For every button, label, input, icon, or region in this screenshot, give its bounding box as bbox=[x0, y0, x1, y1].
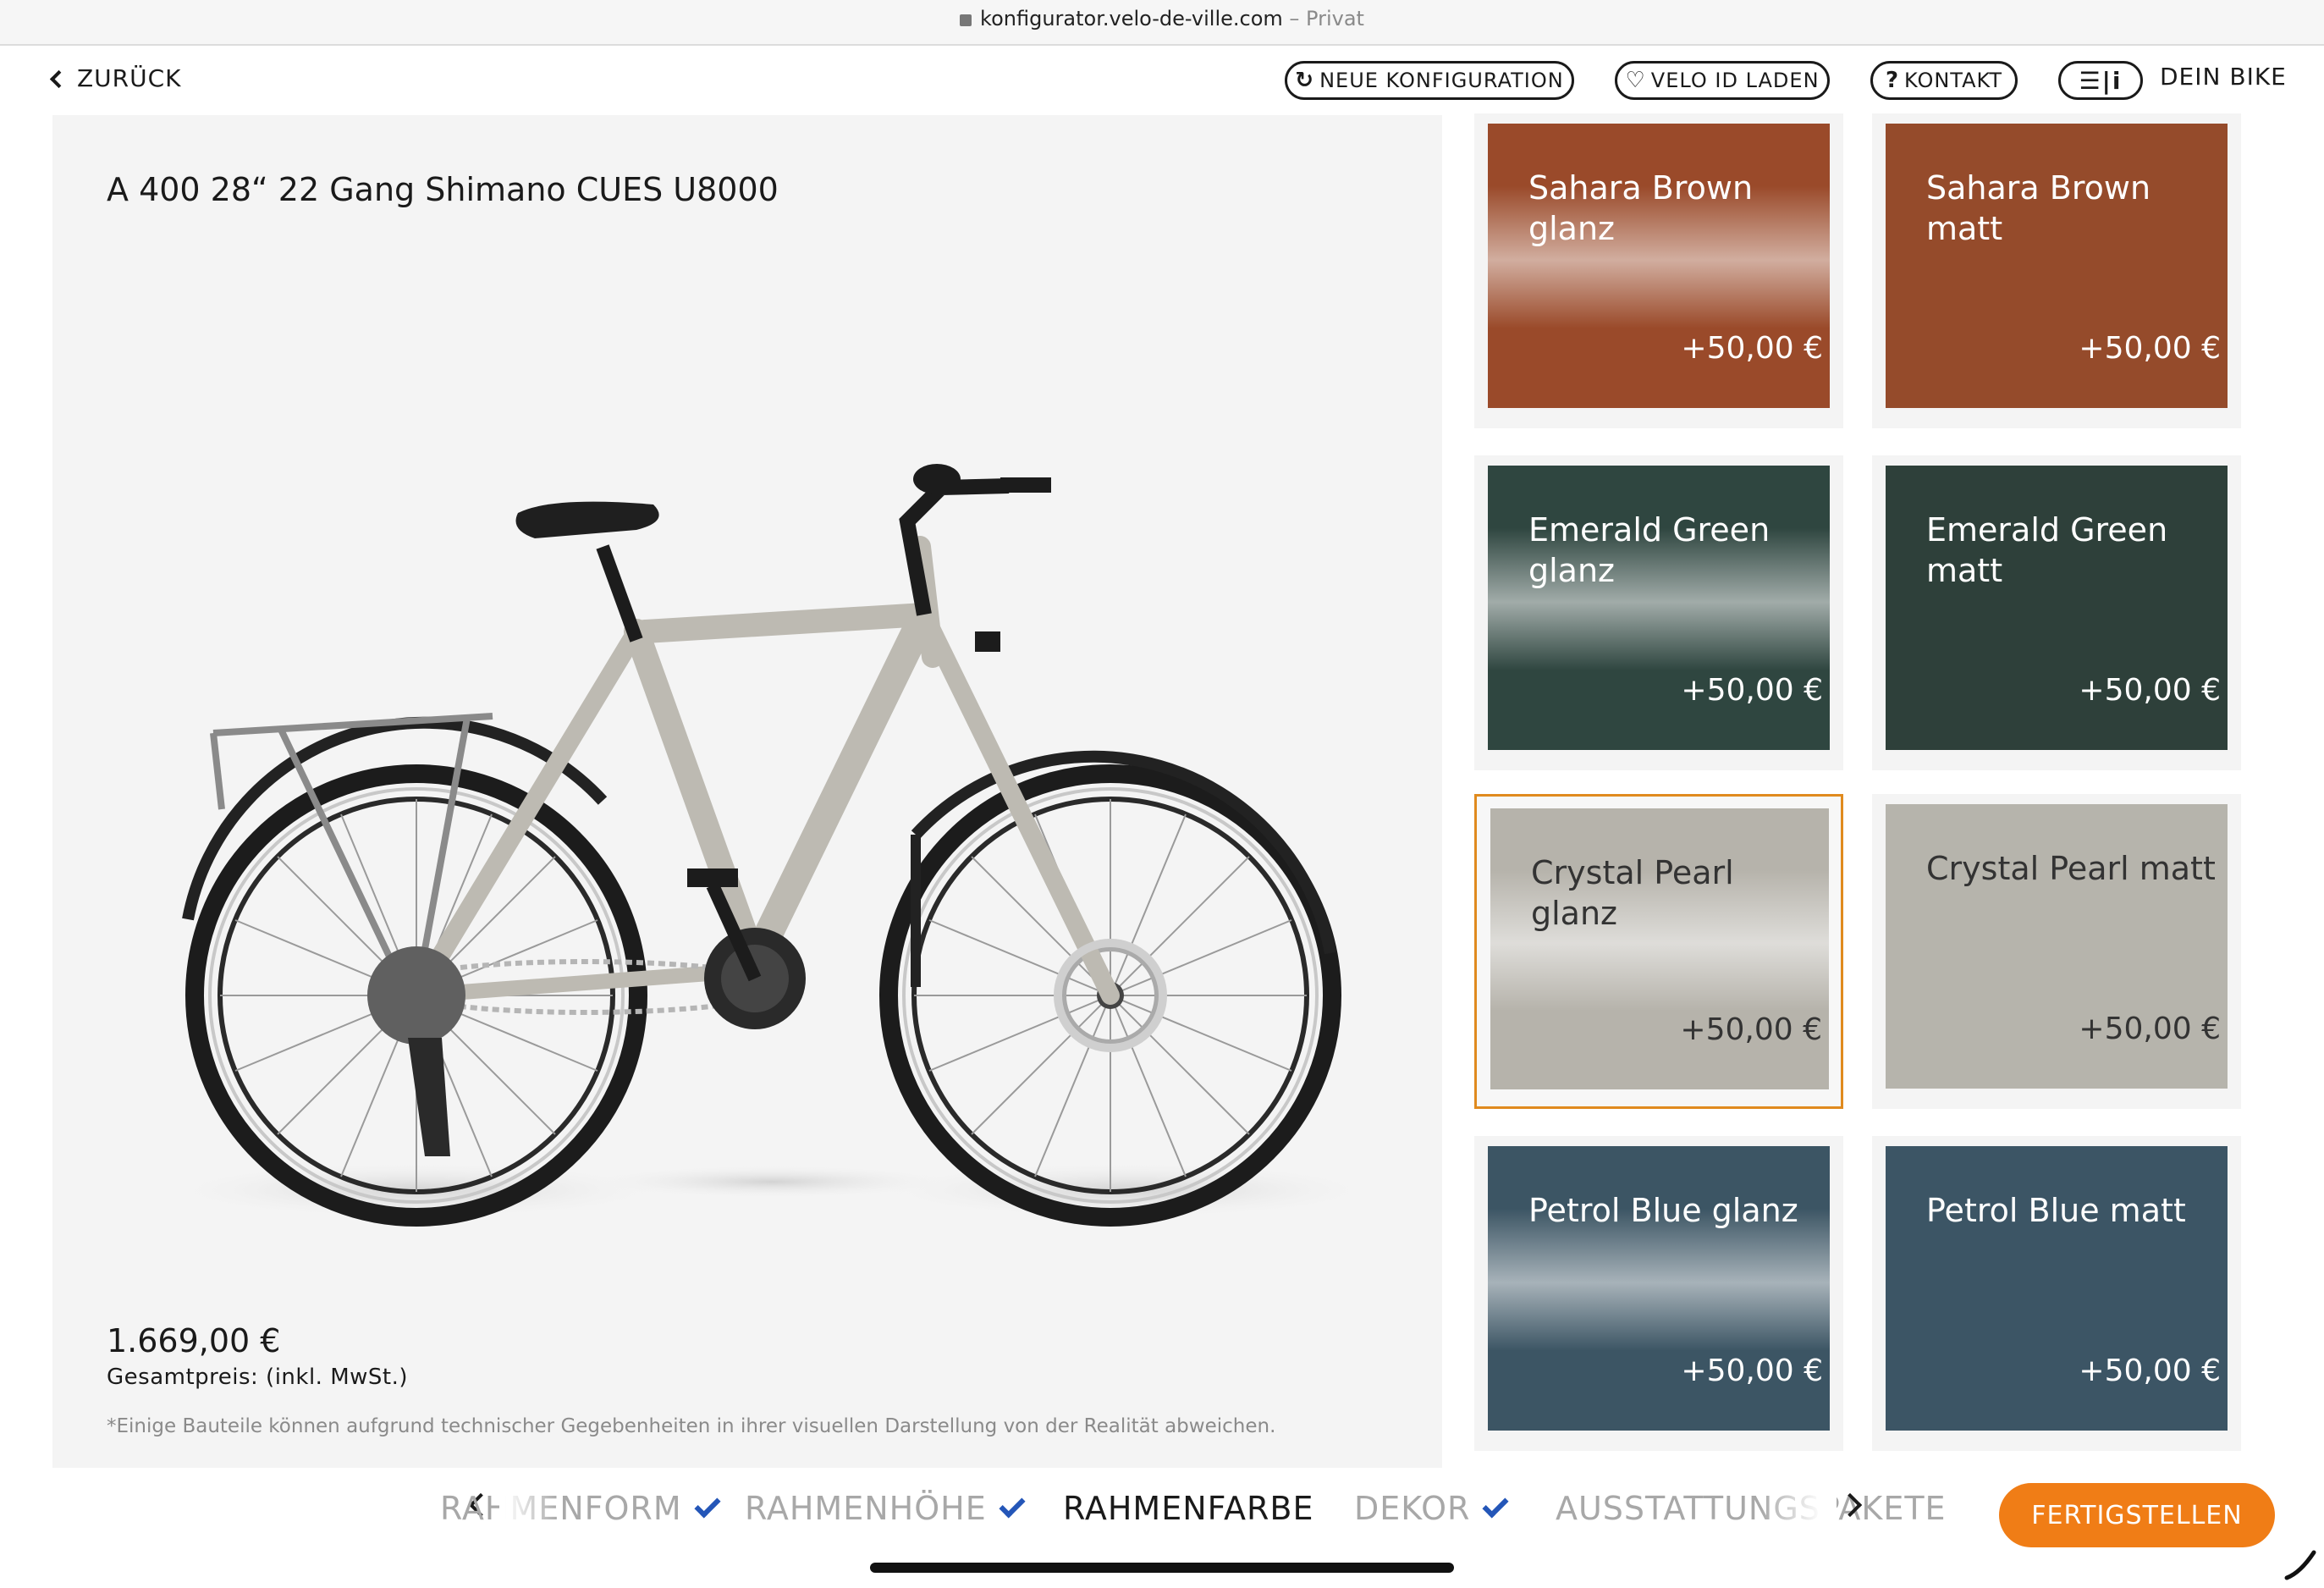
step-rahmenhoehe[interactable]: RAHMENHÖHE bbox=[745, 1490, 1026, 1527]
color-name: Crystal Pearl matt bbox=[1926, 850, 2216, 887]
color-name: Emerald Green matt bbox=[1926, 511, 2168, 589]
color-name: Petrol Blue glanz bbox=[1528, 1192, 1798, 1229]
total-price-label: Gesamtpreis: (inkl. MwSt.) bbox=[107, 1365, 409, 1390]
finish-button[interactable]: FERTIGSTELLEN bbox=[1999, 1483, 2275, 1547]
step-rahmenfarbe[interactable]: RAHMENFARBE bbox=[1063, 1490, 1314, 1527]
color-option-emerald-green-glanz[interactable]: Emerald Green glanz +50,00 € bbox=[1474, 455, 1843, 770]
question-icon: ? bbox=[1885, 68, 1900, 93]
step-label: RAHMENFARBE bbox=[1063, 1490, 1314, 1527]
new-configuration-button[interactable]: ↻ NEUE KONFIGURATION bbox=[1285, 61, 1574, 100]
color-surcharge: +50,00 € bbox=[2079, 1354, 2221, 1388]
color-surcharge: +50,00 € bbox=[1681, 331, 1823, 366]
load-velo-id-label: VELO ID LADEN bbox=[1650, 69, 1820, 92]
color-option-sahara-brown-matt[interactable]: Sahara Brown matt +50,00 € bbox=[1872, 113, 2241, 428]
chevron-left-icon bbox=[49, 69, 69, 88]
product-title: A 400 28“ 22 Gang Shimano CUES U8000 bbox=[107, 171, 779, 208]
color-swatch: Petrol Blue matt +50,00 € bbox=[1886, 1146, 2228, 1431]
bike-image bbox=[129, 445, 1398, 1326]
checkmark-icon bbox=[1482, 1492, 1509, 1519]
color-option-sahara-brown-glanz[interactable]: Sahara Brown glanz +50,00 € bbox=[1474, 113, 1843, 428]
color-name: Emerald Green glanz bbox=[1528, 511, 1771, 589]
step-bar-fade-left bbox=[499, 1473, 559, 1549]
color-surcharge: +50,00 € bbox=[1680, 1012, 1822, 1047]
color-surcharge: +50,00 € bbox=[1681, 1354, 1823, 1388]
heart-icon: ♡ bbox=[1625, 68, 1646, 93]
step-ausstattungspakete[interactable]: AUSSTATTUNGSPAKETE bbox=[1556, 1490, 1947, 1527]
total-price: 1.669,00 € bbox=[107, 1322, 281, 1359]
visual-disclaimer: *Einige Bauteile können aufgrund technis… bbox=[107, 1415, 1276, 1437]
color-surcharge: +50,00 € bbox=[2079, 1012, 2221, 1046]
back-label: ZURÜCK bbox=[77, 64, 182, 92]
contact-button[interactable]: ? KONTAKT bbox=[1870, 61, 2018, 100]
checkmark-icon bbox=[694, 1492, 721, 1519]
color-option-crystal-pearl-matt[interactable]: Crystal Pearl matt +50,00 € bbox=[1872, 794, 2241, 1109]
color-name: Sahara Brown glanz bbox=[1528, 169, 1754, 247]
color-swatch: Emerald Green glanz +50,00 € bbox=[1488, 466, 1830, 750]
my-bike-link[interactable]: DEIN BIKE bbox=[2160, 63, 2287, 91]
home-indicator bbox=[870, 1563, 1454, 1573]
step-label: RAHMENFORM bbox=[440, 1490, 682, 1527]
color-swatch: Petrol Blue glanz +50,00 € bbox=[1488, 1146, 1830, 1431]
new-configuration-label: NEUE KONFIGURATION bbox=[1319, 69, 1564, 92]
bike-summary-menu-button[interactable]: ☰|i bbox=[2058, 61, 2143, 100]
step-bar-fade-right bbox=[1760, 1473, 1837, 1549]
contact-label: KONTAKT bbox=[1904, 69, 2003, 92]
color-swatch: Sahara Brown glanz +50,00 € bbox=[1488, 124, 1830, 408]
list-info-icon: ☰|i bbox=[2079, 66, 2123, 95]
pencil-icon[interactable] bbox=[2283, 1547, 2317, 1581]
color-surcharge: +50,00 € bbox=[2079, 673, 2221, 708]
color-swatch: Crystal Pearl glanz +50,00 € bbox=[1490, 808, 1829, 1089]
color-swatch: Sahara Brown matt +50,00 € bbox=[1886, 124, 2228, 408]
step-dekor[interactable]: DEKOR bbox=[1354, 1490, 1509, 1527]
step-label: AUSSTATTUNGSPAKETE bbox=[1556, 1490, 1947, 1527]
color-swatch: Crystal Pearl matt +50,00 € bbox=[1886, 804, 2228, 1089]
configurator-step-bar: RAHMENFORM RAHMENHÖHE RAHMENFARBE DEKOR … bbox=[0, 1473, 2324, 1549]
step-label: DEKOR bbox=[1354, 1490, 1471, 1527]
color-option-emerald-green-matt[interactable]: Emerald Green matt +50,00 € bbox=[1872, 455, 2241, 770]
bike-illustration bbox=[162, 464, 1381, 1227]
back-button[interactable]: ZURÜCK bbox=[49, 64, 182, 92]
color-option-petrol-blue-matt[interactable]: Petrol Blue matt +50,00 € bbox=[1872, 1136, 2241, 1451]
browser-url-bar[interactable]: konfigurator.velo-de-ville.com – Privat bbox=[0, 0, 2324, 46]
private-mode-label: – Privat bbox=[1282, 7, 1364, 30]
url-domain: konfigurator.velo-de-ville.com bbox=[980, 7, 1283, 30]
product-preview-panel: A 400 28“ 22 Gang Shimano CUES U8000 1.6… bbox=[52, 115, 1442, 1468]
color-surcharge: +50,00 € bbox=[1681, 673, 1823, 708]
color-option-crystal-pearl-glanz[interactable]: Crystal Pearl glanz +50,00 € bbox=[1474, 794, 1843, 1109]
lock-icon bbox=[960, 14, 972, 26]
color-surcharge: +50,00 € bbox=[2079, 331, 2221, 366]
color-name: Petrol Blue matt bbox=[1926, 1192, 2186, 1229]
color-option-petrol-blue-glanz[interactable]: Petrol Blue glanz +50,00 € bbox=[1474, 1136, 1843, 1451]
checkmark-icon bbox=[999, 1492, 1026, 1519]
url-display[interactable]: konfigurator.velo-de-ville.com – Privat bbox=[0, 7, 2324, 30]
step-rahmenform[interactable]: RAHMENFORM bbox=[440, 1490, 721, 1527]
bike-frame bbox=[407, 536, 1120, 1005]
step-label: RAHMENHÖHE bbox=[745, 1490, 987, 1527]
color-name: Sahara Brown matt bbox=[1926, 169, 2151, 247]
color-swatch: Emerald Green matt +50,00 € bbox=[1886, 466, 2228, 750]
refresh-icon: ↻ bbox=[1295, 68, 1315, 93]
color-name: Crystal Pearl glanz bbox=[1531, 854, 1734, 932]
load-velo-id-button[interactable]: ♡ VELO ID LADEN bbox=[1615, 61, 1830, 100]
